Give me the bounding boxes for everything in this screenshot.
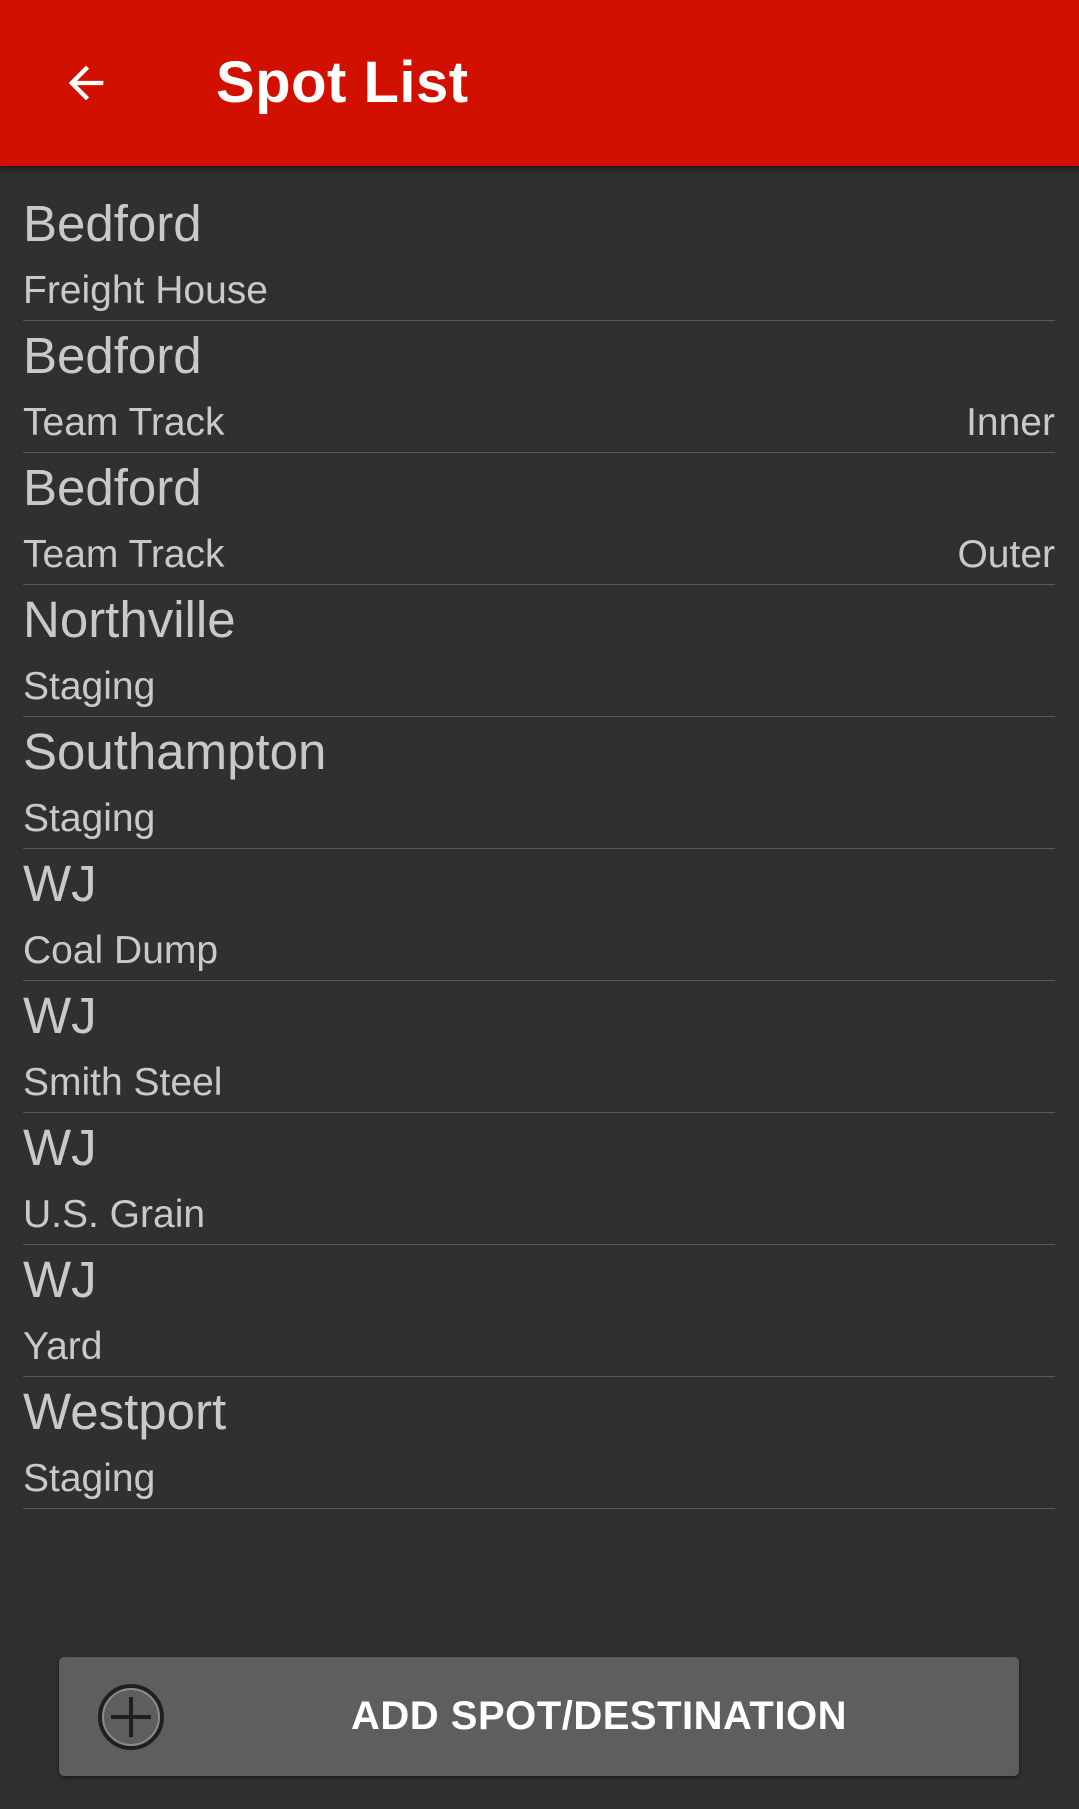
spot-industry: Yard [23, 1325, 103, 1368]
spot-list: Bedford Freight House Bedford Team Track Inn… [23, 190, 1055, 1510]
spot-track: Inner [966, 401, 1055, 444]
list-item[interactable]: WJ Coal Dump [23, 850, 1055, 981]
list-item[interactable]: Westport Staging [23, 1378, 1055, 1509]
spot-town: WJ [23, 987, 97, 1044]
spot-industry: Staging [23, 1457, 156, 1500]
list-item[interactable]: Bedford Freight House [23, 190, 1055, 321]
spot-town: Bedford [23, 327, 202, 384]
spot-industry: Smith Steel [23, 1061, 223, 1104]
list-item[interactable]: WJ U.S. Grain [23, 1114, 1055, 1245]
spot-town: WJ [23, 1251, 97, 1308]
list-item[interactable]: Bedford Team Track Inner [23, 322, 1055, 453]
spot-industry: Staging [23, 665, 156, 708]
list-item[interactable]: WJ Smith Steel [23, 982, 1055, 1113]
spot-industry: Freight House [23, 269, 268, 312]
add-spot-destination-button[interactable]: ADD SPOT/DESTINATION [59, 1657, 1019, 1776]
list-item[interactable]: Northville Staging [23, 586, 1055, 717]
spot-town: Bedford [23, 459, 202, 516]
spot-town: Westport [23, 1383, 227, 1440]
list-item[interactable]: WJ Yard [23, 1246, 1055, 1377]
arrow-left-icon [68, 65, 104, 101]
spot-industry: U.S. Grain [23, 1193, 206, 1236]
spot-industry: Team Track [23, 533, 225, 576]
spot-track: Outer [957, 533, 1055, 576]
list-item[interactable]: Bedford Team Track Outer [23, 454, 1055, 585]
spot-industry: Staging [23, 797, 156, 840]
spot-town: Northville [23, 591, 236, 648]
spot-town: WJ [23, 1119, 97, 1176]
add-button-label: ADD SPOT/DESTINATION [351, 1694, 847, 1738]
spot-industry: Coal Dump [23, 929, 219, 972]
list-item[interactable]: Southampton Staging [23, 718, 1055, 849]
spot-town: Southampton [23, 723, 327, 780]
page-title: Spot List [216, 50, 469, 115]
add-circle-icon [98, 1684, 164, 1750]
spot-town: Bedford [23, 195, 202, 252]
app-bar: Spot List [0, 0, 1079, 166]
back-button[interactable] [44, 41, 128, 125]
spot-town: WJ [23, 855, 97, 912]
spot-industry: Team Track [23, 401, 225, 444]
